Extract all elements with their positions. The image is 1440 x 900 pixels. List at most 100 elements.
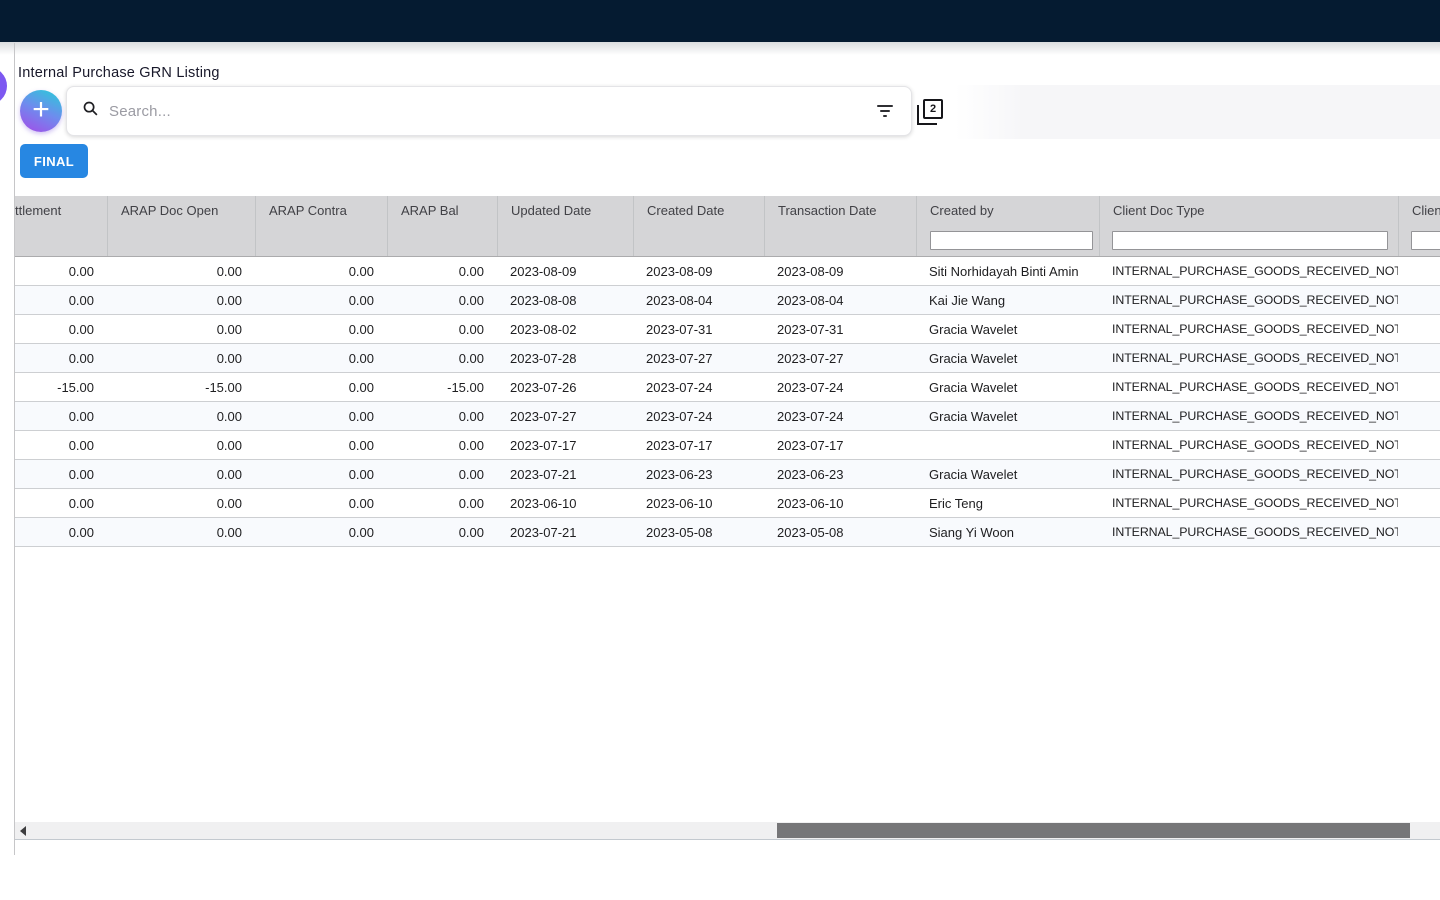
column-header-arap_contra[interactable]: ARAP Contra xyxy=(255,196,387,225)
cell-arap_bal: 0.00 xyxy=(387,409,497,424)
cell-created_by: Gracia Wavelet xyxy=(916,380,1099,395)
filter-cell-arap_contra xyxy=(255,225,387,256)
table-row[interactable]: 0.000.000.000.002023-06-102023-06-102023… xyxy=(15,489,1440,518)
filter-cell-client_doc_type xyxy=(1099,225,1398,256)
cell-arap_contra: 0.00 xyxy=(255,380,387,395)
filter-funnel-icon[interactable] xyxy=(875,105,895,117)
cell-created_by: Gracia Wavelet xyxy=(916,467,1099,482)
cell-created_date: 2023-07-24 xyxy=(633,409,764,424)
cell-client_doc_type: INTERNAL_PURCHASE_GOODS_RECEIVED_NOTE xyxy=(1099,467,1398,481)
cell-arap_contra: 0.00 xyxy=(255,409,387,424)
cell-created_by: Gracia Wavelet xyxy=(916,322,1099,337)
cell-arap_contra: 0.00 xyxy=(255,496,387,511)
cell-arap_doc_open: 0.00 xyxy=(107,409,255,424)
cell-arap_doc_open: 0.00 xyxy=(107,438,255,453)
cell-updated_date: 2023-07-28 xyxy=(497,351,633,366)
cell-transaction_date: 2023-06-23 xyxy=(764,467,916,482)
filter-cell-created_by xyxy=(916,225,1099,256)
table-row[interactable]: 0.000.000.000.002023-07-172023-07-172023… xyxy=(15,431,1440,460)
table-row[interactable]: -15.00-15.000.00-15.002023-07-262023-07-… xyxy=(15,373,1440,402)
cell-client_doc_type: INTERNAL_PURCHASE_GOODS_RECEIVED_NOTE xyxy=(1099,293,1398,307)
column-header-updated_date[interactable]: Updated Date xyxy=(497,196,633,225)
cell-client_doc_type: INTERNAL_PURCHASE_GOODS_RECEIVED_NOTE xyxy=(1099,496,1398,510)
grn-table: ttlementARAP Doc OpenARAP ContraARAP Bal… xyxy=(15,196,1440,547)
cell-created_by: Siti Norhidayah Binti Amin xyxy=(916,264,1099,279)
cell-transaction_date: 2023-08-04 xyxy=(764,293,916,308)
final-button[interactable]: FINAL xyxy=(20,144,88,178)
navbar-shadow xyxy=(0,42,1440,55)
cell-arap_bal: -15.00 xyxy=(387,380,497,395)
table-row[interactable]: 0.000.000.000.002023-08-082023-08-042023… xyxy=(15,286,1440,315)
cell-updated_date: 2023-07-21 xyxy=(497,525,633,540)
cell-arap_doc_open: 0.00 xyxy=(107,322,255,337)
table-header-row: ttlementARAP Doc OpenARAP ContraARAP Bal… xyxy=(15,196,1440,225)
cell-arap_bal: 0.00 xyxy=(387,264,497,279)
cell-settlement: 0.00 xyxy=(15,496,107,511)
cell-settlement: 0.00 xyxy=(15,264,107,279)
cell-arap_doc_open: 0.00 xyxy=(107,264,255,279)
cell-settlement: 0.00 xyxy=(15,409,107,424)
cell-arap_bal: 0.00 xyxy=(387,467,497,482)
cell-arap_bal: 0.00 xyxy=(387,322,497,337)
cell-updated_date: 2023-07-26 xyxy=(497,380,633,395)
filter-input-client_trunc[interactable] xyxy=(1411,231,1440,250)
table-row[interactable]: 0.000.000.000.002023-07-282023-07-272023… xyxy=(15,344,1440,373)
filter-input-client_doc_type[interactable] xyxy=(1112,231,1388,250)
table-row[interactable]: 0.000.000.000.002023-07-212023-05-082023… xyxy=(15,518,1440,547)
cell-transaction_date: 2023-05-08 xyxy=(764,525,916,540)
filter-2-icon[interactable]: 2 xyxy=(917,99,943,125)
cell-created_by: Siang Yi Woon xyxy=(916,525,1099,540)
filter-2-front-frame: 2 xyxy=(923,99,943,119)
column-header-settlement[interactable]: ttlement xyxy=(15,196,107,225)
column-header-arap_doc_open[interactable]: ARAP Doc Open xyxy=(107,196,255,225)
cell-arap_contra: 0.00 xyxy=(255,322,387,337)
cell-transaction_date: 2023-07-24 xyxy=(764,380,916,395)
cell-arap_bal: 0.00 xyxy=(387,525,497,540)
column-header-transaction_date[interactable]: Transaction Date xyxy=(764,196,916,225)
search-box xyxy=(66,86,912,136)
cell-arap_doc_open: 0.00 xyxy=(107,525,255,540)
page-title: Internal Purchase GRN Listing xyxy=(18,65,220,81)
cell-arap_doc_open: 0.00 xyxy=(107,496,255,511)
cell-created_date: 2023-07-24 xyxy=(633,380,764,395)
column-header-client_trunc[interactable]: Client xyxy=(1398,196,1440,225)
plus-icon: + xyxy=(32,95,50,125)
cell-updated_date: 2023-07-27 xyxy=(497,409,633,424)
search-input[interactable] xyxy=(107,102,875,121)
cell-client_doc_type: INTERNAL_PURCHASE_GOODS_RECEIVED_NOTE xyxy=(1099,409,1398,423)
edge-floating-button[interactable] xyxy=(0,67,7,105)
table-row[interactable]: 0.000.000.000.002023-07-212023-06-232023… xyxy=(15,460,1440,489)
cell-updated_date: 2023-07-21 xyxy=(497,467,633,482)
filter-input-created_by[interactable] xyxy=(930,231,1093,250)
cell-arap_bal: 0.00 xyxy=(387,438,497,453)
cell-transaction_date: 2023-07-31 xyxy=(764,322,916,337)
cell-arap_contra: 0.00 xyxy=(255,467,387,482)
table-row[interactable]: 0.000.000.000.002023-08-022023-07-312023… xyxy=(15,315,1440,344)
column-header-created_date[interactable]: Created Date xyxy=(633,196,764,225)
table-row[interactable]: 0.000.000.000.002023-08-092023-08-092023… xyxy=(15,257,1440,286)
cell-arap_doc_open: 0.00 xyxy=(107,293,255,308)
scroll-left-button[interactable] xyxy=(15,822,31,839)
search-icon xyxy=(82,100,99,122)
cell-client_doc_type: INTERNAL_PURCHASE_GOODS_RECEIVED_NOTE xyxy=(1099,322,1398,336)
cell-arap_bal: 0.00 xyxy=(387,351,497,366)
cell-client_doc_type: INTERNAL_PURCHASE_GOODS_RECEIVED_NOTE xyxy=(1099,380,1398,394)
cell-created_date: 2023-07-31 xyxy=(633,322,764,337)
cell-arap_contra: 0.00 xyxy=(255,293,387,308)
table-row[interactable]: 0.000.000.000.002023-07-272023-07-242023… xyxy=(15,402,1440,431)
cell-settlement: 0.00 xyxy=(15,351,107,366)
add-button[interactable]: + xyxy=(20,90,62,132)
horizontal-scrollbar[interactable] xyxy=(15,822,1440,840)
cell-created_by: Gracia Wavelet xyxy=(916,351,1099,366)
column-header-created_by[interactable]: Created by xyxy=(916,196,1099,225)
cell-arap_contra: 0.00 xyxy=(255,438,387,453)
cell-updated_date: 2023-08-09 xyxy=(497,264,633,279)
column-header-arap_bal[interactable]: ARAP Bal xyxy=(387,196,497,225)
cell-created_date: 2023-07-17 xyxy=(633,438,764,453)
column-header-client_doc_type[interactable]: Client Doc Type xyxy=(1099,196,1398,225)
filter-cell-client_trunc xyxy=(1398,225,1440,256)
cell-created_by: Kai Jie Wang xyxy=(916,293,1099,308)
cell-arap_contra: 0.00 xyxy=(255,525,387,540)
cell-arap_doc_open: 0.00 xyxy=(107,467,255,482)
horizontal-scrollbar-thumb[interactable] xyxy=(777,823,1410,838)
